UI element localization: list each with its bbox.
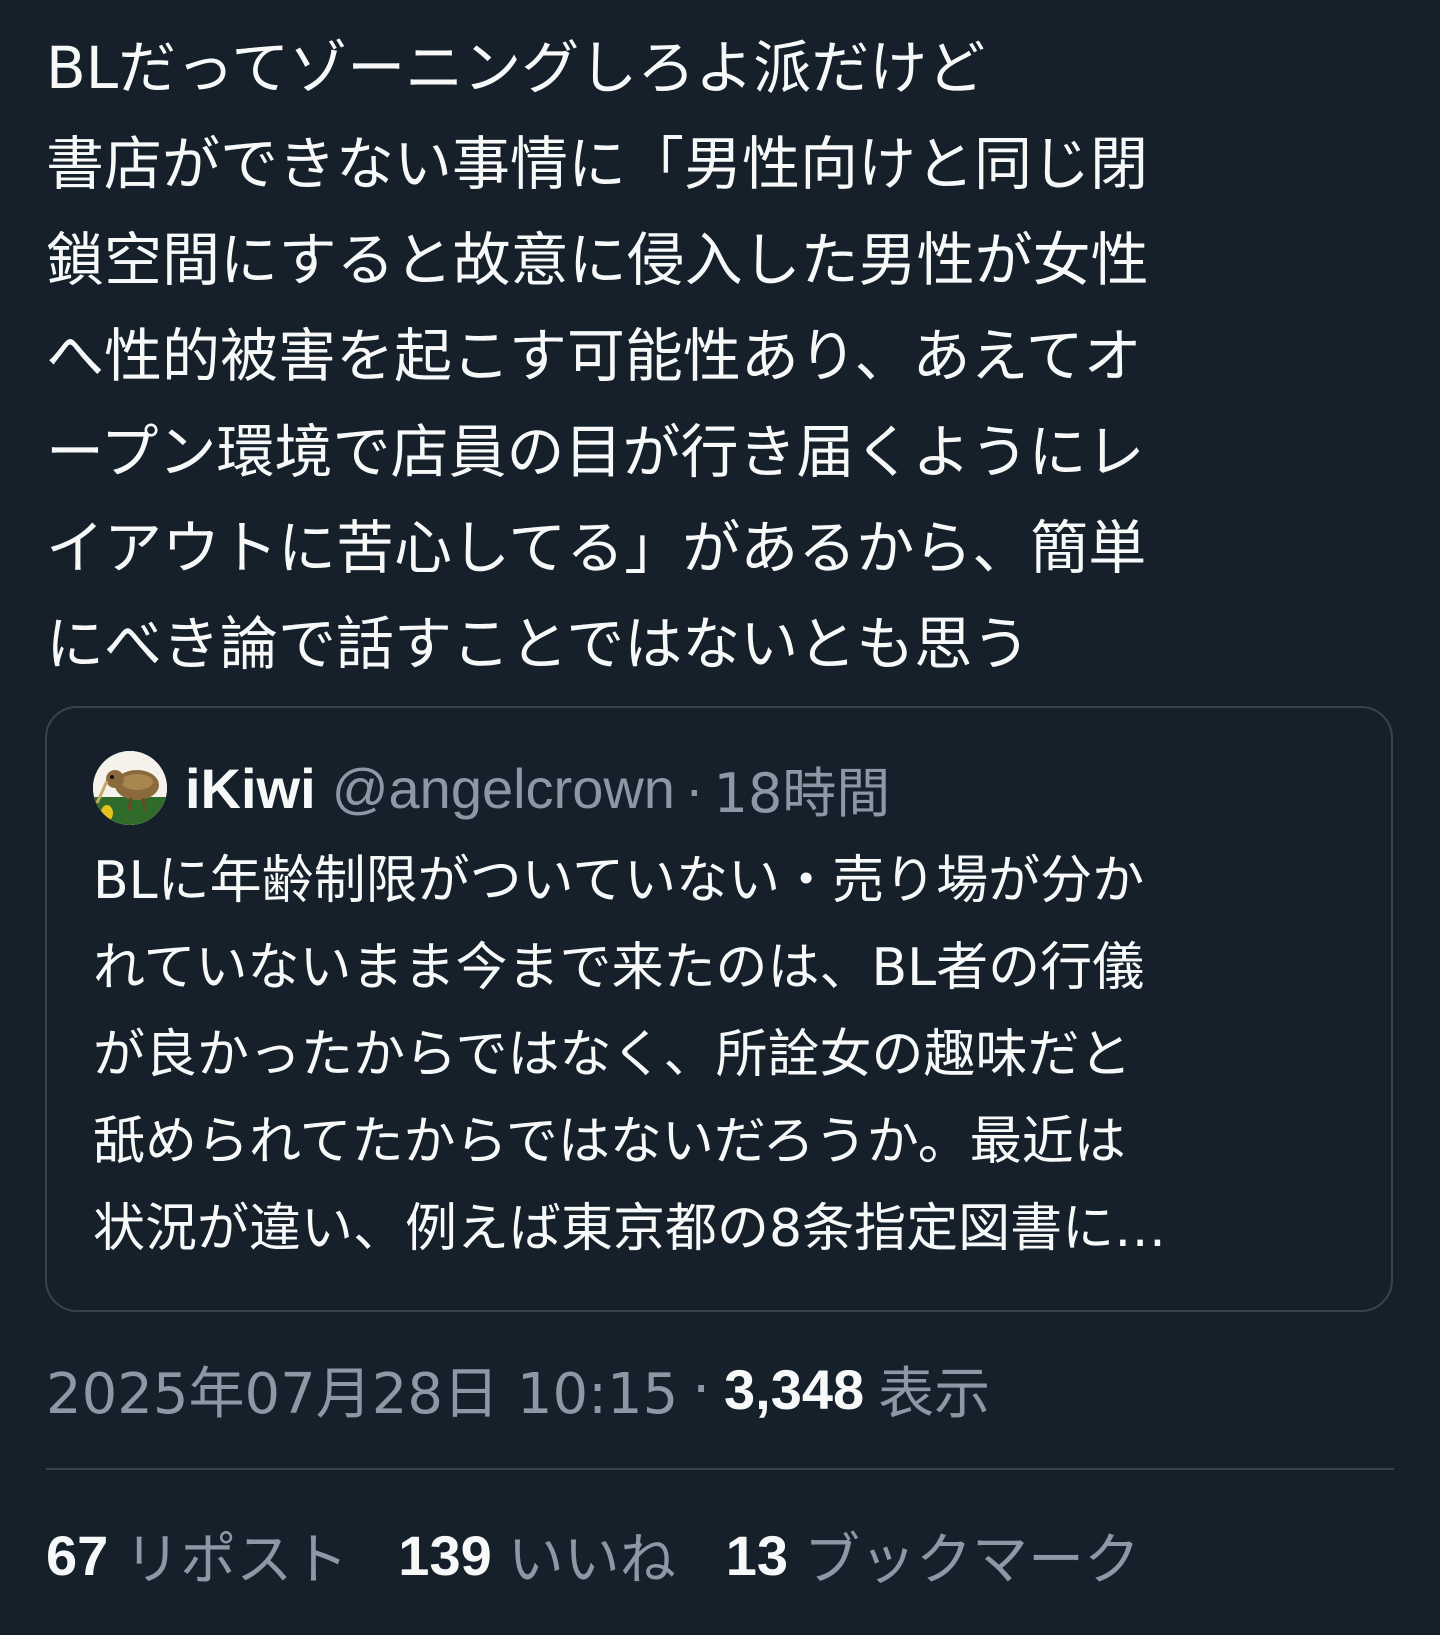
bookmarks-count: 13 bbox=[725, 1523, 789, 1587]
post-detail: BLだってゾーニングしろよ派だけど 書店ができない事情に「男性向けと同じ閉 鎖空… bbox=[0, 0, 1440, 1635]
header-separator: · bbox=[684, 756, 704, 820]
quoted-author-name[interactable]: iKiwi bbox=[185, 756, 316, 821]
kiwi-bird-avatar-icon[interactable] bbox=[93, 751, 167, 825]
reposts-count: 67 bbox=[46, 1523, 109, 1587]
likes-label: いいね bbox=[507, 1527, 676, 1593]
post-timestamp[interactable]: 2025年07月28日 10:15 bbox=[46, 1349, 678, 1430]
engagement-stats: 67 リポスト 139 いいね 13 ブックマーク bbox=[46, 1510, 1190, 1600]
reposts-label: リポスト bbox=[124, 1527, 349, 1593]
quoted-post-header: iKiwi @angelcrown · 18時間 bbox=[93, 748, 890, 828]
likes-count: 139 bbox=[398, 1523, 492, 1587]
quoted-post-time[interactable]: 18時間 bbox=[714, 749, 891, 828]
quoted-author-handle[interactable]: @angelcrown bbox=[332, 756, 675, 821]
bookmarks-stat[interactable]: 13 ブックマーク bbox=[726, 1515, 1140, 1596]
quoted-post-text: BLに年齢制限がついていない・売り場が分か れていないまま今まで来たのは、BL者… bbox=[93, 851, 1167, 1259]
bookmarks-label: ブックマーク bbox=[804, 1527, 1141, 1593]
likes-stat[interactable]: 139 いいね bbox=[398, 1515, 675, 1596]
stats-divider bbox=[46, 1468, 1394, 1470]
quoted-post-card[interactable]: iKiwi @angelcrown · 18時間 BLに年齢制限がついていない・… bbox=[45, 706, 1393, 1312]
views-count: 3,348 bbox=[724, 1357, 865, 1421]
meta-separator: · bbox=[692, 1356, 711, 1422]
reposts-stat[interactable]: 67 リポスト bbox=[46, 1515, 348, 1596]
post-meta: 2025年07月28日 10:15 · 3,348 表示 bbox=[46, 1344, 990, 1434]
views-label: 表示 bbox=[878, 1361, 991, 1427]
post-text: BLだってゾーニングしろよ派だけど 書店ができない事情に「男性向けと同じ閉 鎖空… bbox=[46, 34, 1149, 678]
